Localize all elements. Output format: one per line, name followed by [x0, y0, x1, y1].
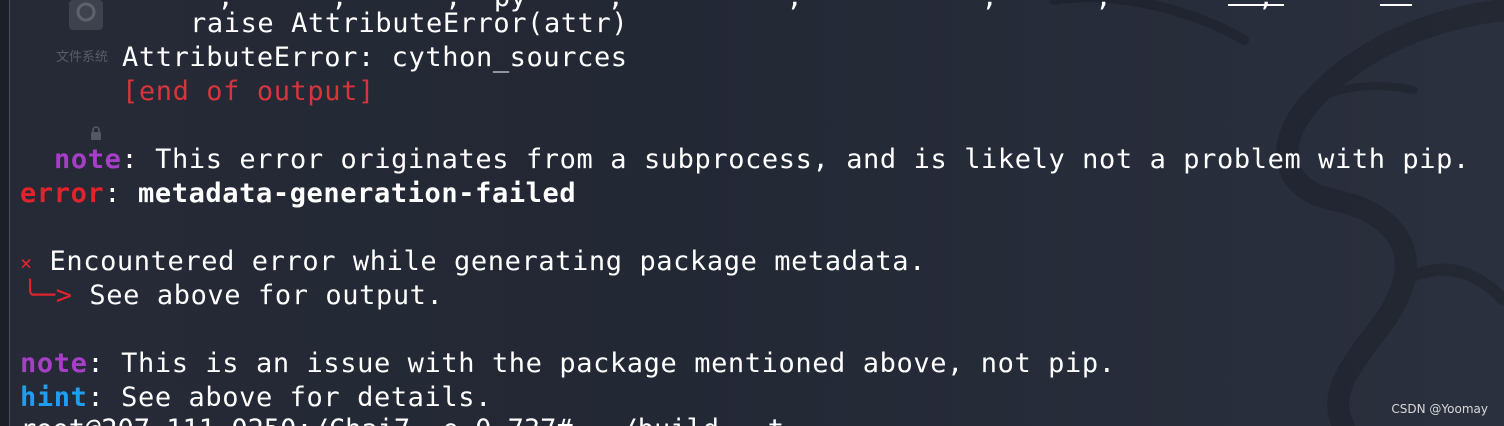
see-above-text: See above for output.: [72, 280, 444, 311]
note-text: : This is an issue with the package ment…: [87, 348, 1116, 379]
hint-text: : See above for details.: [87, 382, 492, 413]
terminal-line-raise: raise AttributeError(attr): [190, 8, 629, 39]
note-label: note: [54, 144, 122, 175]
note-label: note: [20, 348, 88, 379]
window-left-edge: [0, 0, 10, 426]
partial-underline: [1228, 4, 1284, 6]
terminal-line-note-package: note: This is an issue with the package …: [20, 347, 1116, 381]
partial-underline: [1380, 4, 1412, 6]
error-separator: :: [104, 178, 138, 209]
terminal-line-hint: hint: See above for details.: [20, 381, 492, 415]
terminal-window[interactable]: 文件系统 , , , py , , , , , raise AttributeE…: [0, 0, 1504, 426]
terminal-line-end-of-output: [end of output]: [122, 76, 375, 107]
terminal-line-see-above: ╰─> See above for output.: [22, 279, 443, 313]
drive-icon: [69, 0, 103, 30]
error-code: metadata-generation-failed: [138, 178, 577, 209]
terminal-line-encountered: × Encountered error while generating pac…: [20, 245, 926, 280]
terminal-line-error: error: metadata-generation-failed: [20, 177, 576, 211]
note-text: : This error originates from a subproces…: [121, 144, 1470, 175]
terminal-prompt-partial: root@207-111-0250:/Chai7 o 0 737# /build…: [20, 414, 784, 426]
lock-icon: [91, 126, 101, 140]
cross-icon: ×: [20, 251, 33, 275]
desktop-icon-label: 文件系统: [56, 50, 109, 65]
terminal-line-attribute-error: AttributeError: cython_sources: [122, 42, 628, 73]
arrow-icon: ╰─>: [22, 280, 73, 311]
error-label: error: [20, 178, 105, 209]
watermark: CSDN @Yoomay: [1391, 402, 1488, 416]
encountered-text: Encountered error while generating packa…: [32, 246, 926, 277]
hint-label: hint: [20, 382, 88, 413]
terminal-line-note-subprocess: note: This error originates from a subpr…: [54, 143, 1470, 177]
